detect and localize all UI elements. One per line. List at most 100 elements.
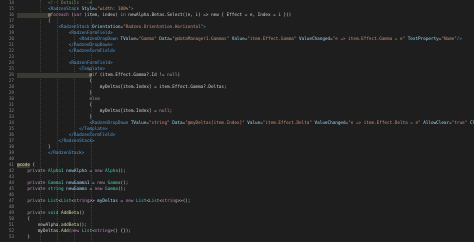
code-token: List — [136, 199, 147, 204]
code-token: private — [17, 181, 49, 186]
code-token: myDeltas[item.Index] = — [17, 109, 160, 114]
code-token: </RadzenStack> — [17, 139, 95, 144]
code-token: private — [17, 211, 49, 216]
code-token: string — [161, 199, 178, 204]
code-token: ValueChanged — [296, 37, 331, 42]
code-token: { — [29, 163, 36, 168]
code-token: ValueChanged — [311, 121, 346, 126]
code-token: <Template> — [17, 67, 105, 72]
code-token: (); — [117, 187, 126, 192]
code-token: List — [61, 199, 72, 204]
code-token: Value — [229, 37, 245, 42]
code-token: @ — [17, 13, 51, 18]
code-token: string — [73, 199, 90, 204]
code-token: "Radzen.Orientation.Horizontal" — [123, 25, 204, 30]
code-token: new — [97, 181, 108, 186]
code-token: myDeltas — [97, 199, 118, 204]
code-token: null — [159, 109, 170, 114]
code-token: /> — [456, 37, 463, 42]
code-token: } — [17, 115, 93, 120]
code-token: </Template> — [17, 127, 108, 132]
code-token: <RadzenFormField> — [17, 61, 113, 66]
code-token: <RadzenDropDown — [17, 121, 131, 126]
code-token: TextProperty — [405, 37, 439, 42]
code-token: newAlpha.Betas.Select((e, i) => new { Ef… — [125, 13, 292, 18]
code-token: </RadzenDropDown> — [17, 43, 113, 48]
code-token: List — [149, 199, 160, 204]
code-token: = — [117, 199, 126, 204]
code-token: "item.Effect.Delta" — [262, 121, 312, 126]
code-token: "Name" — [441, 37, 457, 42]
code-token: >>(); — [177, 199, 191, 204]
code-token: > — [130, 7, 134, 12]
code-token: <RadzenStack — [17, 7, 82, 12]
code-token: addBeta — [60, 223, 80, 228]
code-token: } — [17, 91, 93, 96]
code-token: List — [81, 229, 93, 234]
code-token: Gamma1 — [48, 181, 64, 186]
code-token: private — [17, 169, 49, 174]
code-token: myDeltas. — [17, 229, 61, 234]
code-token: (); — [120, 181, 129, 186]
code-token: </RadzenFormField> — [17, 133, 116, 138]
code-token: "true" — [451, 121, 468, 126]
code-token: "@dataManager1.Gammas" — [172, 37, 230, 42]
code-token: "item.Effect.Gamma" — [247, 37, 297, 42]
code-token: Alpha1 — [48, 169, 64, 174]
code-token: "width: 100%" — [97, 7, 131, 12]
code-token: (item.Effect.Gamma?.Id != — [97, 73, 168, 78]
code-token: ; — [169, 109, 173, 114]
code-token: null — [167, 73, 178, 78]
code-token: (item, index) — [81, 13, 121, 18]
code-token: Add — [60, 229, 69, 234]
code-token: (); — [117, 169, 126, 174]
code-token: Orientation — [92, 25, 121, 30]
code-token: new — [94, 169, 105, 174]
code-token: string — [48, 187, 64, 192]
code-token: </RadzenFormField> — [17, 49, 116, 54]
code-token: } — [17, 145, 51, 150]
code-token: AddBeta — [58, 211, 80, 216]
code-token: = — [86, 169, 95, 174]
code-token: "string" — [148, 121, 170, 126]
code-token: TValue — [130, 121, 147, 126]
code-token: { — [17, 79, 93, 84]
code-token: { — [17, 19, 51, 24]
code-token: TValue — [120, 37, 137, 42]
code-token: "e => item.Effect.Delta = e" — [348, 121, 421, 126]
code-token: void — [48, 211, 59, 216]
code-token: <!-- Details --> — [17, 1, 93, 6]
code-token: > — [203, 25, 206, 30]
code-editor[interactable]: 14 <!-- Details --> 15 <RadzenStack Style… — [0, 0, 474, 242]
code-token: >() {}); — [110, 229, 131, 234]
code-token: = — [86, 187, 95, 192]
code-token: newAlpha. — [17, 223, 61, 228]
code-token: () — [79, 211, 85, 216]
code-token: </RadzenStack> — [17, 151, 85, 156]
code-token: @code — [17, 163, 30, 168]
code-token: <RadzenFormField> — [17, 31, 113, 36]
code-line[interactable]: 53 } — [0, 235, 474, 241]
code-text: } — [17, 235, 30, 241]
code-token: ) — [177, 73, 181, 78]
code-token: Style — [81, 7, 95, 12]
code-token: { — [17, 103, 93, 108]
code-token: Gamma — [107, 181, 121, 186]
code-token: @ — [17, 73, 93, 78]
code-token: myDeltas[item.Index] = item.Effect.Gamma… — [17, 85, 227, 90]
code-token: "Gamma" — [138, 37, 157, 42]
code-token: new — [71, 229, 82, 234]
code-token: new — [125, 199, 137, 204]
code-token: Data — [156, 37, 170, 42]
code-token: Data — [169, 121, 183, 126]
code-token: new — [94, 187, 105, 192]
code-token: AllowClear — [420, 121, 450, 126]
code-token: newGamma — [63, 187, 87, 192]
code-token: } — [17, 235, 30, 240]
code-token: Clear — [469, 121, 474, 126]
line-number: 53 — [8, 235, 14, 240]
code-token: var — [73, 13, 82, 18]
code-token: Alpha — [105, 169, 118, 174]
code-token: Gamma — [105, 187, 118, 192]
code-token: newAlpha — [63, 169, 87, 174]
